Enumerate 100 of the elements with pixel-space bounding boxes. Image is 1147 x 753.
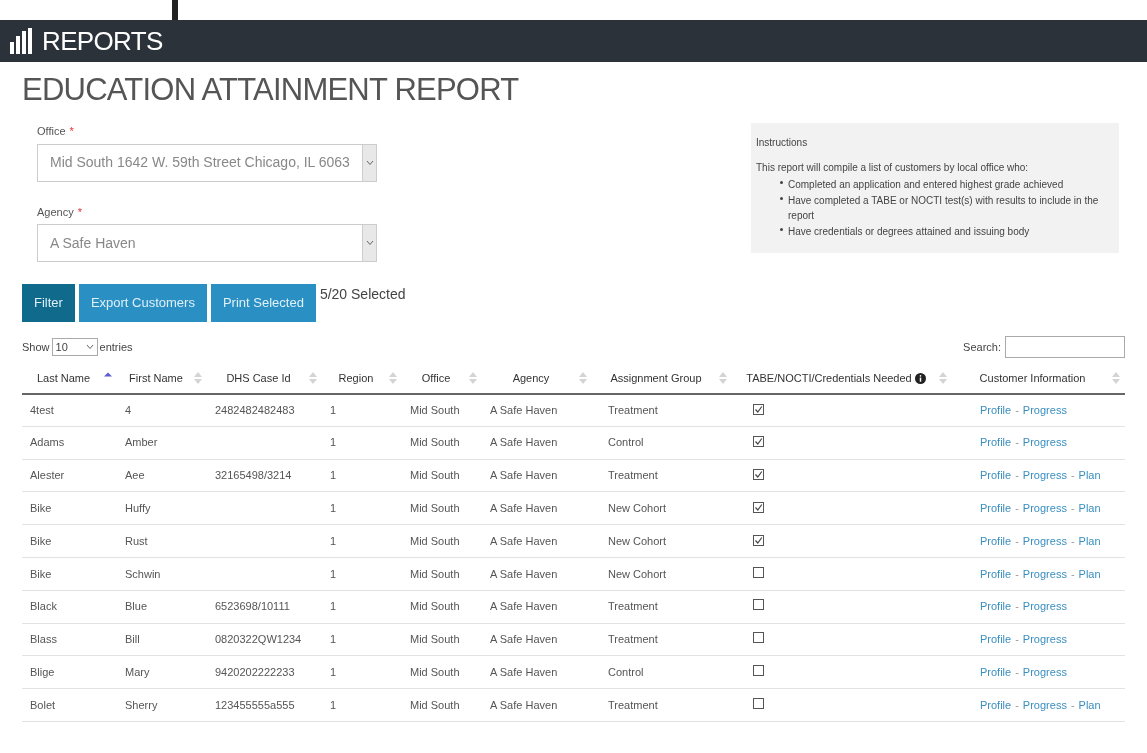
customer-link[interactable]: Profile (980, 698, 1012, 711)
action-button[interactable]: Export Customers (78, 284, 207, 322)
customer-link[interactable]: Progress (1022, 633, 1067, 646)
customer-link[interactable]: Progress (1022, 600, 1067, 613)
checkbox[interactable] (753, 436, 764, 448)
table-cell: A Safe Haven (490, 698, 558, 711)
office-select[interactable]: Mid South 1642 W. 59th Street Chicago, IL 6063 (37, 143, 377, 182)
action-button[interactable]: Filter (22, 284, 75, 322)
entries-select[interactable]: 10 (51, 338, 98, 356)
table-cell: Mid South (410, 436, 460, 449)
customer-link[interactable]: Plan (1078, 534, 1101, 547)
table-cell: A Safe Haven (490, 502, 558, 515)
field-label: Agency (37, 204, 74, 220)
table-cell: Bike (30, 567, 52, 580)
table-cell: 32165498/3214 (215, 469, 292, 482)
table-cell: Blue (125, 600, 148, 613)
customer-link[interactable]: Progress (1022, 666, 1067, 678)
bullet-icon (780, 197, 783, 200)
customer-link[interactable]: Profile (980, 666, 1012, 678)
customer-link[interactable]: Profile (980, 567, 1012, 580)
customer-link[interactable]: Progress (1022, 502, 1067, 515)
column-header[interactable]: TABE/NOCTI/Credentials Needed (746, 370, 912, 387)
table-cell: 9420202222233 (215, 666, 295, 678)
checkbox[interactable] (753, 632, 764, 644)
table-cell: Mid South (410, 403, 460, 416)
table-cell: 123455555a555 (215, 698, 295, 711)
checkbox[interactable] (753, 697, 764, 709)
table-cell: 4test (30, 403, 54, 416)
customer-link[interactable]: Profile (980, 633, 1012, 646)
link-separator: - (1015, 436, 1019, 449)
required-mark: * (77, 204, 82, 220)
customer-link[interactable]: Progress (1022, 534, 1067, 547)
table-cell: Mid South (410, 666, 460, 678)
table-cell: A Safe Haven (490, 666, 558, 678)
table-cell: A Safe Haven (490, 469, 558, 482)
table-cell: A Safe Haven (490, 600, 558, 613)
customer-link[interactable]: Plan (1078, 502, 1101, 515)
customer-link[interactable]: Profile (980, 534, 1012, 547)
checkbox[interactable] (753, 469, 764, 481)
column-header[interactable]: Agency (512, 370, 550, 387)
table-cell: Mid South (410, 567, 460, 580)
table-cell: Treatment (608, 469, 658, 482)
checkbox[interactable] (753, 566, 764, 578)
customer-link[interactable]: Profile (980, 469, 1012, 482)
table-cell: Mid South (410, 502, 460, 515)
column-header[interactable]: Last Name (36, 370, 91, 387)
customer-link[interactable]: Profile (980, 436, 1012, 449)
column-header[interactable]: Assignment Group (610, 370, 702, 387)
agency-select[interactable]: A Safe Haven (37, 224, 377, 262)
checkbox[interactable] (753, 665, 764, 676)
table-cell: Sherry (125, 698, 158, 711)
table-cell: Mid South (410, 633, 460, 646)
link-separator: - (1070, 469, 1075, 482)
column-header[interactable]: DHS Case Id (226, 370, 291, 387)
window-edge (172, 0, 178, 20)
instructions-text: This report will compile a list of customers by local office who: (756, 161, 1030, 175)
table-cell: Adams (30, 436, 65, 449)
checkbox[interactable] (753, 502, 764, 514)
link-separator: - (1015, 534, 1019, 547)
customer-link[interactable]: Progress (1022, 436, 1067, 449)
table-cell: A Safe Haven (490, 534, 558, 547)
column-header[interactable]: Customer Information (979, 370, 1086, 387)
customer-link[interactable]: Progress (1022, 567, 1067, 580)
link-separator: - (1070, 698, 1075, 711)
table-cell: A Safe Haven (490, 403, 558, 416)
customer-link[interactable]: Profile (980, 403, 1012, 416)
column-header[interactable]: Region (338, 370, 374, 387)
table-cell: Bike (30, 534, 52, 547)
customer-link[interactable]: Progress (1022, 698, 1067, 711)
column-header[interactable]: Office (421, 370, 451, 387)
column-header[interactable]: First Name (129, 370, 183, 387)
customer-link[interactable]: Plan (1078, 469, 1101, 482)
required-mark: * (69, 124, 74, 139)
table-cell: New Cohort (608, 534, 667, 547)
checkbox[interactable] (753, 534, 764, 546)
customer-link[interactable]: Progress (1022, 469, 1067, 482)
customer-link[interactable]: Profile (980, 502, 1012, 515)
customer-link[interactable]: Plan (1078, 567, 1101, 580)
action-button[interactable]: Print Selected (210, 284, 316, 322)
checkbox[interactable] (753, 599, 764, 611)
table-cell: 0820322QW1234 (215, 633, 302, 646)
bullet-icon (780, 181, 783, 184)
table-cell: A Safe Haven (490, 633, 558, 646)
selection-count: 5/20 Selected (319, 285, 406, 304)
table-cell: Blass (30, 633, 57, 646)
checkbox[interactable] (753, 403, 764, 415)
instructions-title: Instructions (756, 136, 809, 150)
customer-link[interactable]: Plan (1078, 698, 1101, 711)
instruction-item: Completed an application and entered highest grade achieved (788, 178, 1064, 192)
search-field[interactable] (1005, 336, 1125, 358)
table-cell: A Safe Haven (490, 436, 558, 449)
show-label: Show (22, 339, 50, 355)
table-cell: Aee (125, 469, 145, 482)
table-cell: Treatment (608, 403, 658, 416)
customer-link[interactable]: Profile (980, 600, 1012, 613)
table-cell: 1 (330, 436, 337, 449)
chevron-down-icon (85, 344, 94, 350)
customer-link[interactable]: Progress (1022, 403, 1067, 416)
link-separator: - (1070, 534, 1075, 547)
link-separator: - (1015, 469, 1019, 482)
